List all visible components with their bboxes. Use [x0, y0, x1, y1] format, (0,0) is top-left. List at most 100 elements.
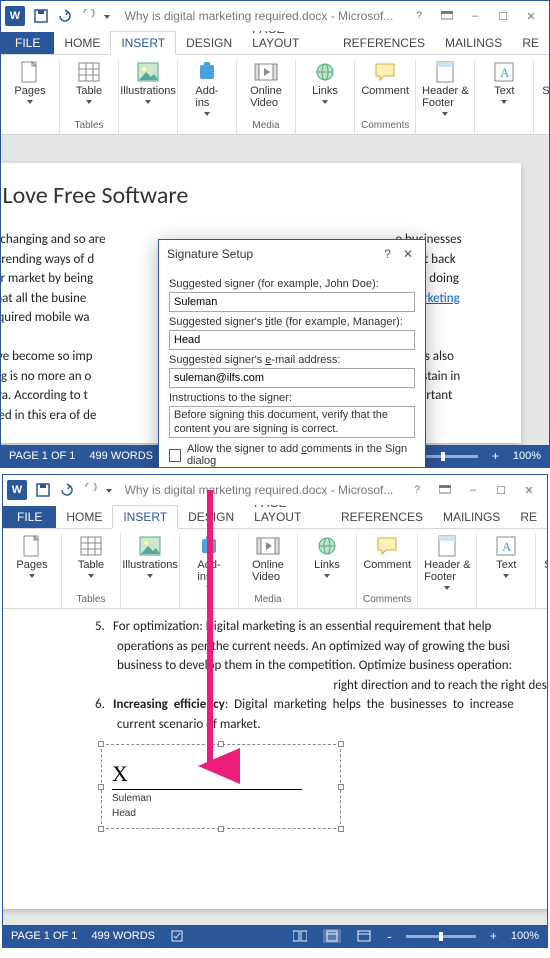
- zoom-in-icon[interactable]: +: [490, 929, 497, 943]
- addins-button[interactable]: Add- ins: [184, 59, 230, 116]
- tab-home[interactable]: HOME: [56, 506, 112, 528]
- close-icon[interactable]: ✕: [515, 479, 543, 501]
- tab-review-trunc[interactable]: RE: [512, 32, 549, 54]
- read-mode-icon[interactable]: [291, 929, 309, 943]
- zoom-in-icon[interactable]: +: [492, 449, 499, 463]
- addins-button[interactable]: Add- ins: [186, 533, 232, 590]
- redo-icon[interactable]: [80, 479, 102, 501]
- header-footer-button[interactable]: Header & Footer: [424, 533, 470, 590]
- qat-customize-icon[interactable]: [102, 5, 112, 27]
- title-bar-2: W Why is digital marketing required.docx…: [3, 475, 547, 505]
- addins-label: Add- ins: [195, 85, 218, 109]
- comment-button[interactable]: Comment: [362, 59, 408, 97]
- signature-line[interactable]: X Suleman Head: [101, 744, 341, 829]
- help-icon[interactable]: ?: [403, 479, 431, 501]
- links-button[interactable]: Links: [304, 533, 350, 578]
- signer-input[interactable]: [169, 292, 415, 312]
- tab-home[interactable]: HOME: [54, 32, 110, 54]
- instructions-label: Instructions to the signer:: [169, 392, 415, 404]
- links-button[interactable]: Links: [302, 59, 348, 104]
- media-group-label: Media: [252, 118, 279, 134]
- maximize-icon[interactable]: ☐: [487, 479, 515, 501]
- online-video-button[interactable]: Online Video: [245, 533, 291, 583]
- svg-text:A: A: [502, 539, 512, 554]
- symbols-button[interactable]: ΩSymbols: [542, 533, 548, 578]
- text-button[interactable]: A Text: [481, 59, 527, 104]
- pages-button[interactable]: Pages: [9, 533, 55, 578]
- online-video-button[interactable]: Online Video: [243, 59, 289, 109]
- zoom-level[interactable]: 100%: [511, 930, 539, 942]
- signer-title-label: Suggested signer's title (for example, M…: [169, 316, 415, 328]
- signer-email-input[interactable]: [169, 368, 415, 388]
- tab-review-trunc[interactable]: RE: [510, 506, 547, 528]
- tab-file[interactable]: FILE: [3, 506, 56, 528]
- illustrations-button[interactable]: Illustrations: [127, 533, 173, 578]
- tab-design[interactable]: DESIGN: [176, 32, 242, 54]
- header-footer-button[interactable]: Header & Footer: [422, 59, 468, 116]
- help-icon[interactable]: ?: [405, 5, 433, 27]
- redo-icon[interactable]: [78, 5, 100, 27]
- tab-references[interactable]: REFERENCES: [331, 506, 433, 528]
- comment-label: Comment: [361, 85, 409, 97]
- ribbon-display-icon[interactable]: [431, 479, 459, 501]
- instructions-input[interactable]: Before signing this document, verify tha…: [169, 406, 415, 438]
- word-window-top: W Why is digital marketing required.docx…: [0, 0, 550, 468]
- dialog-titlebar[interactable]: Signature Setup ? ✕: [159, 240, 425, 268]
- word-window-bottom: W Why is digital marketing required.docx…: [2, 474, 548, 948]
- allow-comments-label: Allow the signer to add comments in the …: [187, 443, 415, 467]
- table-label: Table: [76, 85, 102, 97]
- undo-icon[interactable]: [56, 479, 78, 501]
- word-count[interactable]: 499 WORDS: [91, 930, 155, 942]
- illustrations-label: Illustrations: [120, 85, 176, 97]
- text-button[interactable]: AText: [483, 533, 529, 578]
- table-button[interactable]: Table: [68, 533, 114, 578]
- document-area-2[interactable]: 5.For optimization: Digital marketing is…: [3, 609, 547, 925]
- table-button[interactable]: Table: [66, 59, 112, 104]
- save-icon[interactable]: [30, 5, 52, 27]
- minimize-icon[interactable]: –: [461, 5, 489, 27]
- undo-icon[interactable]: [54, 5, 76, 27]
- close-icon[interactable]: ✕: [517, 5, 545, 27]
- doc-heading: I Love Free Software: [1, 181, 491, 210]
- svg-text:A: A: [500, 65, 510, 80]
- tab-insert[interactable]: INSERT: [112, 505, 178, 529]
- ribbon-display-icon[interactable]: [433, 5, 461, 27]
- zoom-level[interactable]: 100%: [513, 450, 541, 462]
- zoom-out-icon[interactable]: -: [387, 928, 392, 944]
- tab-mailings[interactable]: MAILINGS: [433, 506, 510, 528]
- dialog-close-icon[interactable]: ✕: [399, 247, 417, 261]
- page-indicator[interactable]: PAGE 1 OF 1: [11, 930, 77, 942]
- qat-customize-icon[interactable]: [104, 479, 114, 501]
- online-video-label: Online Video: [250, 85, 282, 109]
- title-bar: W Why is digital marketing required.docx…: [1, 1, 549, 31]
- print-layout-icon[interactable]: [323, 929, 341, 943]
- tab-mailings[interactable]: MAILINGS: [435, 32, 512, 54]
- symbols-button[interactable]: ΩSymbols: [540, 59, 550, 104]
- header-footer-label: Header & Footer: [422, 85, 468, 109]
- save-icon[interactable]: [32, 479, 54, 501]
- tab-design[interactable]: DESIGN: [178, 506, 244, 528]
- ribbon-tabs-2: FILE HOME INSERT DESIGN PAGE LAYOUT REFE…: [3, 505, 547, 529]
- text-label: Text: [494, 85, 514, 97]
- signer-title-input[interactable]: [169, 330, 415, 350]
- comments-group-label: Comments: [361, 118, 409, 134]
- pages-button[interactable]: Pages: [7, 59, 53, 104]
- maximize-icon[interactable]: ☐: [489, 5, 517, 27]
- minimize-icon[interactable]: –: [459, 479, 487, 501]
- zoom-slider[interactable]: [406, 935, 476, 938]
- illustrations-button[interactable]: Illustrations: [125, 59, 171, 104]
- window-title: Why is digital marketing required.docx -…: [113, 9, 405, 23]
- tab-insert[interactable]: INSERT: [110, 31, 176, 55]
- pages-label: Pages: [14, 85, 45, 97]
- web-layout-icon[interactable]: [355, 929, 373, 943]
- tab-references[interactable]: REFERENCES: [333, 32, 435, 54]
- allow-comments-checkbox[interactable]: [169, 449, 181, 462]
- spellcheck-icon[interactable]: [169, 929, 187, 943]
- comment-button[interactable]: Comment: [364, 533, 410, 571]
- symbols-label: Symbols: [542, 85, 550, 97]
- word-count[interactable]: 499 WORDS: [89, 450, 153, 462]
- page-indicator[interactable]: PAGE 1 OF 1: [9, 450, 75, 462]
- window-title-2: Why is digital marketing required.docx -…: [115, 483, 403, 497]
- dialog-help-icon[interactable]: ?: [376, 247, 399, 261]
- tab-file[interactable]: FILE: [1, 32, 54, 54]
